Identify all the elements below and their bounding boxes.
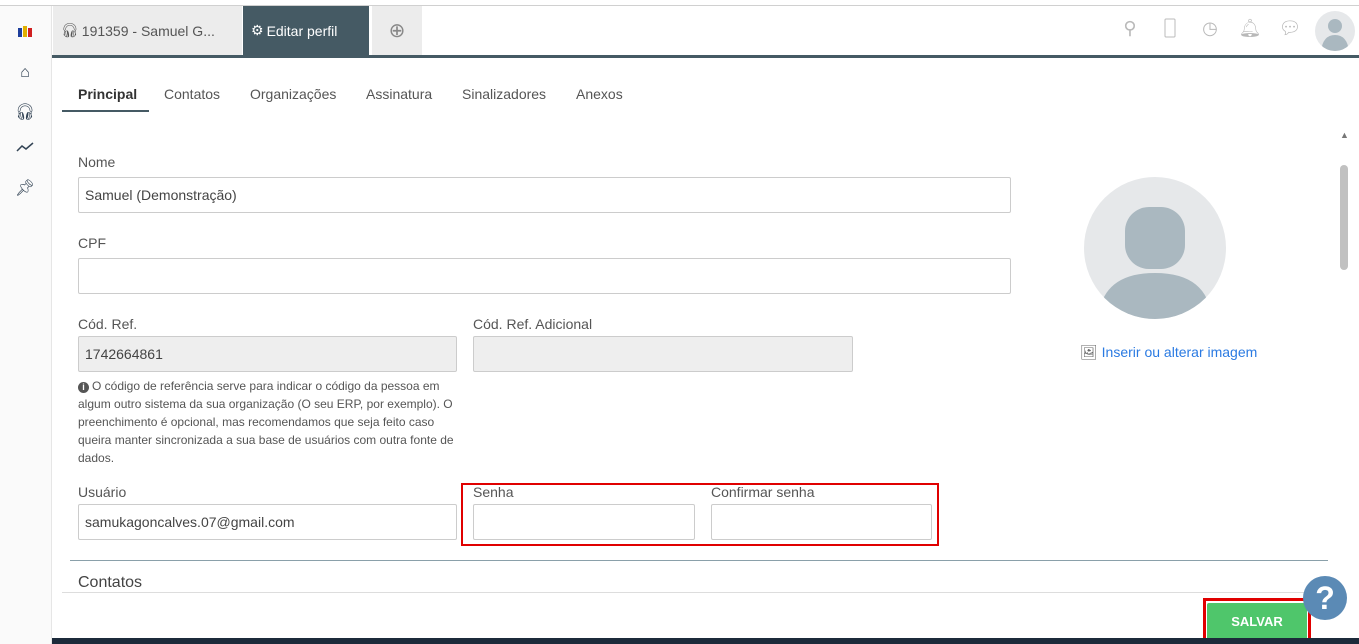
help-button[interactable]: ?: [1303, 576, 1347, 620]
senha-input[interactable]: [473, 504, 695, 540]
headset-icon[interactable]: 🎧︎: [14, 102, 36, 124]
senha-label: Senha: [473, 484, 514, 500]
tab-editar-perfil[interactable]: ⚙ Editar perfil: [243, 6, 369, 55]
codref-input[interactable]: 1742664861: [78, 336, 457, 372]
info-icon: i: [78, 382, 89, 393]
nome-input[interactable]: Samuel (Demonstração): [78, 177, 1011, 213]
subtab-anexos[interactable]: Anexos: [576, 86, 623, 102]
user-avatar[interactable]: [1315, 11, 1355, 51]
image-icon: 🖼︎: [1080, 344, 1098, 360]
codref-adicional-label: Cód. Ref. Adicional: [473, 316, 593, 332]
confirmar-senha-input[interactable]: [711, 504, 932, 540]
subtab-contatos[interactable]: Contatos: [164, 86, 220, 102]
usuario-label: Usuário: [78, 484, 127, 500]
section-divider: [70, 560, 1328, 561]
plus-circle-icon: ⊕: [388, 20, 406, 42]
clock-icon[interactable]: ◷: [1198, 18, 1222, 42]
subtab-organizacoes[interactable]: Organizações: [250, 86, 336, 102]
confirmar-senha-label: Confirmar senha: [711, 484, 815, 500]
tab-ticket[interactable]: 🎧︎ 191359 - Samuel G...: [53, 6, 242, 55]
subtab-sinalizadores[interactable]: Sinalizadores: [462, 86, 546, 102]
logo-icon: [14, 22, 36, 44]
codref-adicional-input[interactable]: [473, 336, 853, 372]
usuario-input[interactable]: samukagoncalves.07@gmail.com: [78, 504, 457, 540]
add-tab-button[interactable]: ⊕: [372, 6, 422, 55]
home-icon[interactable]: ⌂: [14, 64, 36, 86]
pin-icon[interactable]: 📌︎: [14, 178, 36, 200]
active-subtab-indicator: [62, 110, 149, 112]
change-image-link[interactable]: 🖼︎ Inserir ou alterar imagem: [1080, 344, 1257, 361]
profile-photo: [1084, 177, 1226, 319]
cpf-label: CPF: [78, 235, 106, 251]
chart-icon[interactable]: [14, 140, 36, 162]
subtab-assinatura[interactable]: Assinatura: [366, 86, 432, 102]
headset-icon: 🎧︎: [61, 22, 79, 38]
subtab-principal[interactable]: Principal: [78, 86, 137, 102]
codref-help: iO código de referência serve para indic…: [78, 379, 454, 465]
sidebar: ⌂ 🎧︎ 📌︎: [0, 6, 52, 644]
scroll-up-arrow[interactable]: ▲: [1340, 130, 1349, 140]
bottom-bar: [52, 638, 1359, 644]
mobile-icon[interactable]: [1158, 18, 1182, 42]
scrollbar-thumb[interactable]: [1340, 165, 1348, 270]
cpf-input[interactable]: [78, 258, 1011, 294]
footer-divider: [62, 592, 1332, 593]
search-icon[interactable]: ⚲: [1118, 18, 1142, 42]
contatos-heading: Contatos: [78, 574, 143, 591]
nome-label: Nome: [78, 154, 116, 170]
gear-icon: ⚙: [251, 22, 264, 38]
codref-label: Cód. Ref.: [78, 316, 138, 332]
chat-icon[interactable]: 💬︎: [1278, 18, 1302, 42]
bell-icon[interactable]: 🔔︎: [1238, 18, 1262, 42]
tab-underline: [52, 55, 1359, 58]
save-button[interactable]: SALVAR: [1207, 603, 1307, 640]
